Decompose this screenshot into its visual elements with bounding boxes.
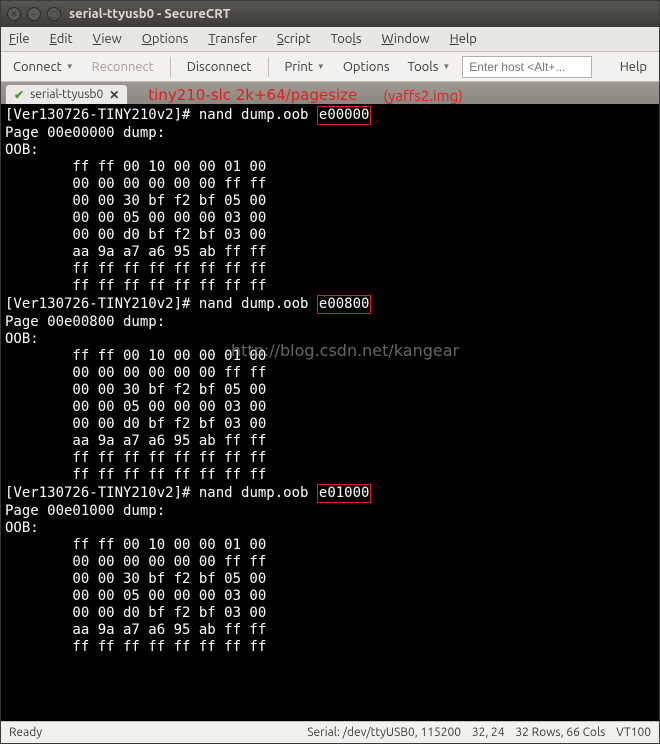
command: nand dump.oob (199, 107, 317, 123)
oob-label: OOB: (5, 142, 39, 158)
menubar: File Edit View Options Transfer Script T… (1, 27, 659, 52)
connect-button[interactable]: Connect▼ (7, 58, 80, 76)
reconnect-button[interactable]: Reconnect (86, 58, 160, 76)
hex-row: 00 00 05 00 00 00 03 00 (5, 210, 266, 226)
page-header: Page 00e00000 dump: (5, 125, 165, 141)
window-title: serial-ttyusb0 - SecureCRT (69, 7, 230, 21)
hex-row: ff ff ff ff ff ff ff ff (5, 450, 266, 466)
terminal[interactable]: [Ver130726-TINY210v2]# nand dump.oob e00… (1, 104, 659, 721)
chevron-down-icon: ▼ (442, 62, 450, 71)
oob-label: OOB: (5, 520, 39, 536)
menu-transfer[interactable]: Transfer (208, 32, 257, 46)
options-button[interactable]: Options (337, 58, 396, 76)
chevron-down-icon: ▼ (317, 62, 325, 71)
highlighted-addr: e00800 (317, 295, 372, 314)
tools-button[interactable]: Tools▼ (401, 58, 456, 76)
hex-row: ff ff 00 10 00 00 01 00 (5, 159, 266, 175)
highlighted-addr: e00000 (317, 106, 372, 125)
status-ready: Ready (9, 726, 42, 739)
print-button[interactable]: Print▼ (279, 58, 331, 76)
hex-row: aa 9a a7 a6 95 ab ff ff (5, 244, 266, 260)
command: nand dump.oob (199, 485, 317, 501)
menu-help[interactable]: Help (450, 32, 477, 46)
hex-row: ff ff ff ff ff ff ff ff (5, 278, 266, 294)
hex-row: 00 00 d0 bf f2 bf 03 00 (5, 605, 266, 621)
status-dimensions: 32 Rows, 66 Cols (515, 726, 605, 739)
hex-row: 00 00 d0 bf f2 bf 03 00 (5, 416, 266, 432)
menu-script[interactable]: Script (277, 32, 311, 46)
hex-row: 00 00 00 00 00 00 ff ff (5, 176, 266, 192)
hex-row: 00 00 30 bf f2 bf 05 00 (5, 193, 266, 209)
hex-row: aa 9a a7 a6 95 ab ff ff (5, 433, 266, 449)
menu-options[interactable]: Options (142, 32, 189, 46)
chevron-down-icon: ▼ (66, 62, 74, 71)
disconnect-button[interactable]: Disconnect (181, 58, 258, 76)
tab-serial-ttyusb0[interactable]: ✔ serial-ttyusb0 ✕ (5, 84, 128, 104)
menu-file[interactable]: File (9, 32, 30, 46)
hex-row: 00 00 00 00 00 00 ff ff (5, 554, 266, 570)
hex-row: ff ff ff ff ff ff ff ff (5, 639, 266, 655)
help-button[interactable]: Help (614, 58, 653, 76)
separator (170, 57, 171, 77)
menu-view[interactable]: View (93, 32, 122, 46)
status-serial: Serial: /dev/ttyUSB0, 115200 (307, 726, 461, 739)
maximize-icon[interactable]: ▢ (47, 7, 61, 21)
highlighted-addr: e01000 (317, 484, 372, 503)
hex-row: ff ff 00 10 00 00 01 00 (5, 537, 266, 553)
hex-row: 00 00 05 00 00 00 03 00 (5, 399, 266, 415)
hex-row: ff ff ff ff ff ff ff ff (5, 261, 266, 277)
hex-row: 00 00 d0 bf f2 bf 03 00 (5, 227, 266, 243)
tabbar: ✔ serial-ttyusb0 ✕ tiny210-slc 2k+64/pag… (1, 82, 659, 104)
hex-row: 00 00 30 bf f2 bf 05 00 (5, 382, 266, 398)
prompt: [Ver130726-TINY210v2]# (5, 485, 199, 501)
separator (268, 57, 269, 77)
oob-label: OOB: (5, 331, 39, 347)
check-icon: ✔ (14, 88, 24, 102)
hex-row: 00 00 00 00 00 00 ff ff (5, 365, 266, 381)
host-input[interactable] (462, 56, 592, 78)
status-position: 32, 24 (472, 726, 505, 739)
hex-row: 00 00 30 bf f2 bf 05 00 (5, 571, 266, 587)
prompt: [Ver130726-TINY210v2]# (5, 296, 199, 312)
tab-label: serial-ttyusb0 (30, 88, 103, 101)
page-header: Page 00e00800 dump: (5, 314, 165, 330)
hex-row: aa 9a a7 a6 95 ab ff ff (5, 622, 266, 638)
annotation-image: (yaffs2.img) (383, 87, 463, 104)
menu-window[interactable]: Window (381, 32, 429, 46)
close-icon[interactable]: ✕ (7, 7, 21, 21)
hex-row: 00 00 05 00 00 00 03 00 (5, 588, 266, 604)
close-tab-icon[interactable]: ✕ (109, 88, 119, 102)
menu-edit[interactable]: Edit (50, 32, 73, 46)
statusbar: Ready Serial: /dev/ttyUSB0, 115200 32, 2… (1, 721, 659, 743)
prompt: [Ver130726-TINY210v2]# (5, 107, 199, 123)
hex-row: ff ff 00 10 00 00 01 00 (5, 348, 266, 364)
minimize-icon[interactable]: – (27, 7, 41, 21)
titlebar: ✕ – ▢ serial-ttyusb0 - SecureCRT (1, 1, 659, 27)
hex-row: ff ff ff ff ff ff ff ff (5, 467, 266, 483)
annotation-pagesize: tiny210-slc 2k+64/pagesize (148, 86, 357, 104)
page-header: Page 00e01000 dump: (5, 503, 165, 519)
status-emulation: VT100 (616, 726, 651, 739)
command: nand dump.oob (199, 296, 317, 312)
menu-tools[interactable]: Tools (331, 32, 362, 46)
toolbar: Connect▼ Reconnect Disconnect Print▼ Opt… (1, 52, 659, 82)
